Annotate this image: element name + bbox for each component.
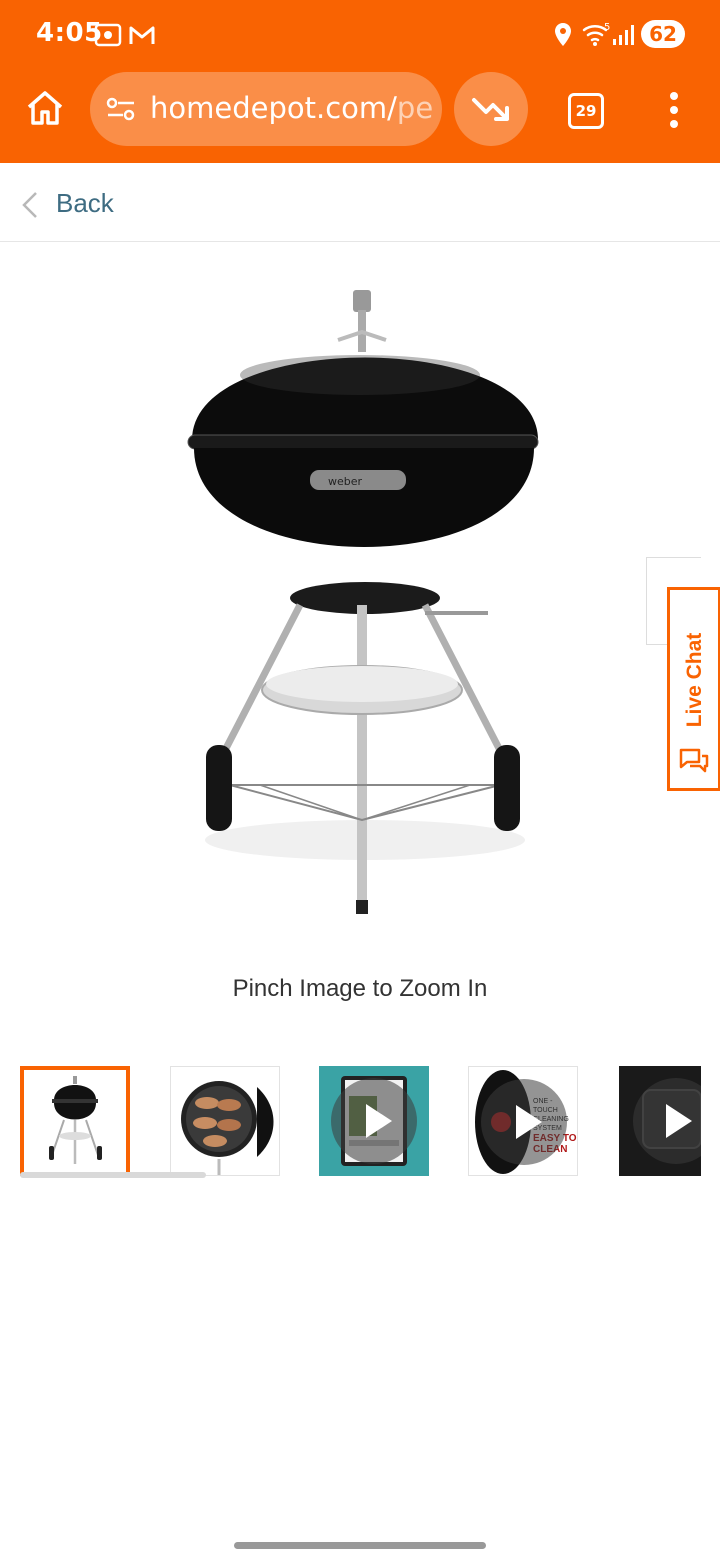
url-text: homedepot.com/pep xyxy=(150,91,432,125)
signal-icon xyxy=(612,24,636,51)
site-settings-icon[interactable] xyxy=(106,96,136,127)
battery-level: 62 xyxy=(641,20,685,48)
play-triangle xyxy=(666,1104,692,1138)
address-bar[interactable]: homedepot.com/pep xyxy=(90,72,442,146)
thumbnail-grill-food[interactable] xyxy=(170,1066,280,1176)
play-triangle xyxy=(516,1105,542,1139)
carousel-scrollbar[interactable] xyxy=(20,1172,206,1178)
browser-top-bar: 4:05 5 62 homedepot.com/pep 29 xyxy=(0,0,720,163)
url-main: homedepot.com/ xyxy=(150,91,397,125)
status-bar: 4:05 5 62 xyxy=(0,0,720,70)
svg-text:weber: weber xyxy=(328,475,363,488)
trending-down-icon xyxy=(472,98,509,121)
price-tracking-button[interactable] xyxy=(454,72,528,146)
thumbnail-video-tablet[interactable] xyxy=(319,1066,429,1176)
chat-icon xyxy=(678,747,710,784)
status-time: 4:05 xyxy=(36,18,103,48)
gmail-icon xyxy=(128,24,156,51)
screenshot-notification-icon xyxy=(94,22,122,53)
chevron-left-icon[interactable] xyxy=(20,191,40,224)
gesture-navigation-bar[interactable] xyxy=(234,1542,486,1549)
more-vert-icon[interactable] xyxy=(660,88,690,132)
back-bar: Back xyxy=(0,163,720,242)
svg-text:5: 5 xyxy=(604,22,610,33)
live-chat-button[interactable]: Live Chat xyxy=(667,587,720,791)
zoom-hint: Pinch Image to Zoom In xyxy=(232,975,488,1002)
product-image[interactable]: weber xyxy=(180,280,550,930)
home-button[interactable] xyxy=(22,85,68,133)
thumbnail-carousel[interactable]: ONE - TOUCH CLEANING SYSTEM EASY TO CLEA… xyxy=(20,1066,720,1181)
thumbnail-grill-front[interactable] xyxy=(20,1066,130,1176)
wifi-icon: 5 xyxy=(582,20,612,53)
url-faded: pep xyxy=(396,91,432,125)
back-link[interactable]: Back xyxy=(56,188,114,219)
tabs-button[interactable]: 29 xyxy=(568,93,604,129)
home-icon xyxy=(27,91,63,125)
thumbnail-video-cleaning[interactable]: ONE - TOUCH CLEANING SYSTEM EASY TO CLEA… xyxy=(468,1066,578,1176)
play-triangle xyxy=(366,1104,392,1138)
location-icon xyxy=(553,22,573,53)
thumbnail-video-logo[interactable] xyxy=(619,1066,701,1176)
